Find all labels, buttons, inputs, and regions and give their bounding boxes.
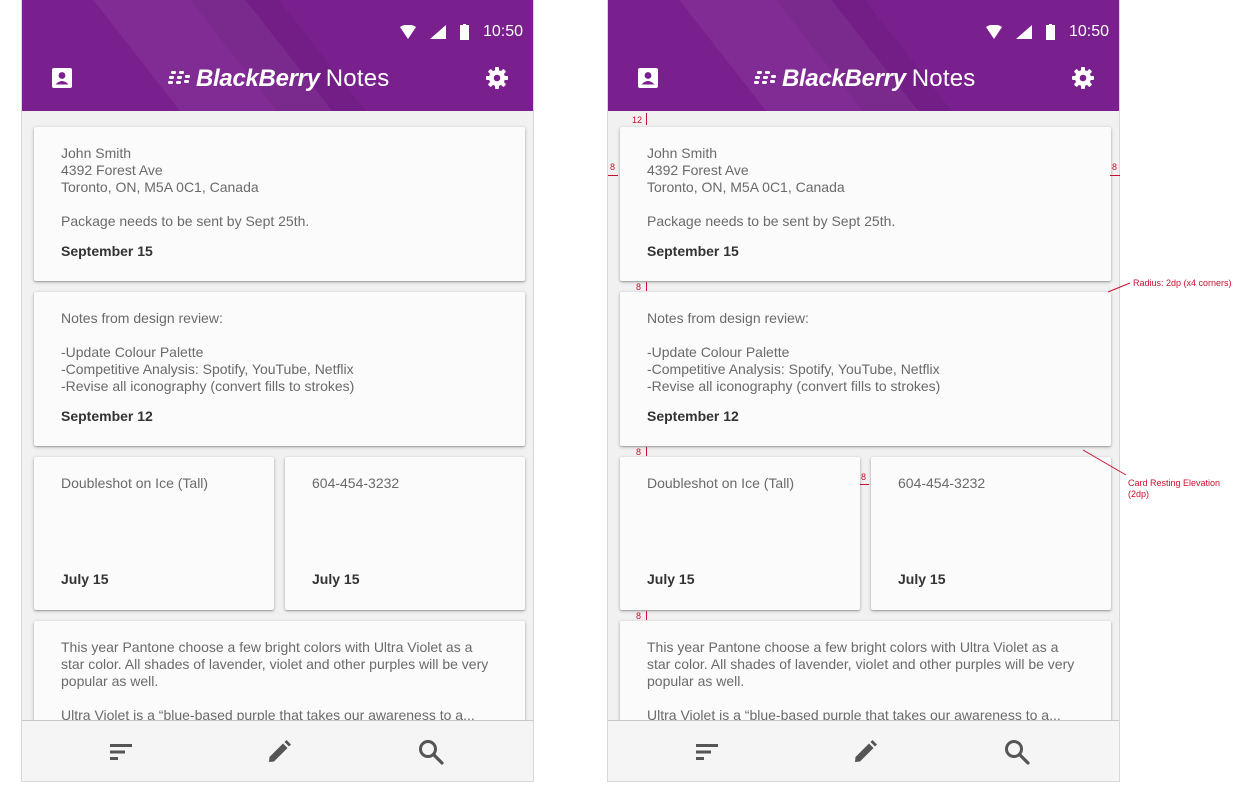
phone-screen-annotated: 10:50 BlackBerry Notes John Smith 4392 F… — [607, 0, 1120, 782]
status-bar: 10:50 — [399, 21, 523, 43]
note-text: -Competitive Analysis: Spotify, YouTube,… — [647, 361, 940, 377]
search-icon[interactable] — [1003, 738, 1031, 766]
note-text: -Revise all iconography (convert fills t… — [647, 378, 941, 394]
app-bar: 10:50 BlackBerry Notes — [22, 0, 533, 111]
spacing-marker — [1110, 175, 1120, 176]
note-card[interactable]: Notes from design review: -Update Colour… — [34, 292, 525, 446]
note-date: September 12 — [647, 408, 739, 424]
pencil-icon[interactable] — [265, 738, 293, 766]
blackberry-logo-icon — [168, 71, 190, 84]
settings-gear-icon[interactable] — [1071, 66, 1095, 90]
note-text: -Update Colour Palette — [61, 344, 204, 360]
settings-gear-icon[interactable] — [485, 66, 509, 90]
phone-screen-plain: 10:50 BlackBerry Notes John Smith 4392 F… — [21, 0, 534, 782]
note-text: Notes from design review: — [61, 310, 223, 326]
contact-card-icon[interactable] — [50, 66, 74, 90]
pencil-icon[interactable] — [851, 738, 879, 766]
bottom-bar — [22, 720, 533, 781]
brand-name: BlackBerry — [782, 65, 906, 92]
note-text: This year Pantone choose a few bright co… — [647, 639, 1075, 689]
note-text: Doubleshot on Ice (Tall) — [647, 475, 795, 491]
signal-icon — [1015, 25, 1032, 39]
spacing-marker — [860, 484, 869, 485]
radius-annotation: Radius: 2dp (x4 corners) — [1133, 278, 1232, 288]
sort-icon[interactable] — [108, 738, 136, 766]
spacing-marker — [608, 175, 618, 176]
spacing-marker — [646, 447, 647, 456]
note-date: July 15 — [647, 571, 695, 587]
spacing-label-gap: 8 — [636, 611, 642, 621]
note-text: 4392 Forest Ave — [61, 162, 163, 178]
app-name: Notes — [911, 65, 976, 92]
note-card[interactable]: John Smith 4392 Forest Ave Toronto, ON, … — [620, 127, 1111, 281]
spacing-label-left: 8 — [610, 162, 616, 172]
status-bar: 10:50 — [985, 21, 1109, 43]
contact-card-icon[interactable] — [636, 66, 660, 90]
note-card[interactable]: John Smith 4392 Forest Ave Toronto, ON, … — [34, 127, 525, 281]
note-date: September 15 — [647, 243, 739, 259]
note-text: -Revise all iconography (convert fills t… — [61, 378, 355, 394]
sort-icon[interactable] — [694, 738, 722, 766]
wifi-icon — [399, 25, 416, 39]
note-text: 604-454-3232 — [898, 475, 986, 491]
battery-icon — [459, 24, 469, 40]
spacing-label-right: 8 — [1112, 162, 1118, 172]
battery-icon — [1045, 24, 1055, 40]
spacing-label-gap: 8 — [636, 447, 642, 457]
status-time: 10:50 — [482, 23, 523, 40]
wifi-icon — [985, 25, 1002, 39]
spacing-label-gutter: 8 — [861, 472, 867, 482]
blackberry-logo-icon — [754, 71, 776, 84]
note-text: -Update Colour Palette — [647, 344, 790, 360]
note-card[interactable]: Doubleshot on Ice (Tall) July 15 — [620, 457, 860, 610]
spacing-marker — [646, 611, 647, 620]
note-text: 4392 Forest Ave — [647, 162, 749, 178]
note-text: This year Pantone choose a few bright co… — [61, 639, 489, 689]
brand-name: BlackBerry — [196, 65, 320, 92]
note-text: Package needs to be sent by Sept 25th. — [61, 213, 310, 229]
spacing-label-gap: 8 — [636, 282, 642, 292]
note-text: Doubleshot on Ice (Tall) — [61, 475, 209, 491]
note-card[interactable]: 604-454-3232 July 15 — [871, 457, 1111, 610]
note-text: Notes from design review: — [647, 310, 809, 326]
note-card[interactable]: 604-454-3232 July 15 — [285, 457, 525, 610]
note-text: Toronto, ON, M5A 0C1, Canada — [61, 179, 259, 195]
elevation-annotation: Card Resting Elevation — [1128, 478, 1221, 488]
note-text: 604-454-3232 — [312, 475, 400, 491]
status-time: 10:50 — [1068, 23, 1109, 40]
bottom-bar — [608, 720, 1119, 781]
search-icon[interactable] — [417, 738, 445, 766]
spacing-marker — [646, 113, 647, 125]
note-card[interactable]: Doubleshot on Ice (Tall) July 15 — [34, 457, 274, 610]
spacing-marker — [646, 282, 647, 291]
app-title: BlackBerry Notes — [754, 62, 975, 96]
spacing-label-top: 12 — [632, 115, 643, 125]
note-date: July 15 — [898, 571, 946, 587]
note-text: John Smith — [61, 145, 132, 161]
note-text: Package needs to be sent by Sept 25th. — [647, 213, 896, 229]
note-text: John Smith — [647, 145, 718, 161]
note-date: September 15 — [61, 243, 153, 259]
app-bar: 10:50 BlackBerry Notes — [608, 0, 1119, 111]
elevation-annotation-value: (2dp) — [1128, 489, 1150, 499]
note-text: Toronto, ON, M5A 0C1, Canada — [647, 179, 845, 195]
note-text: -Competitive Analysis: Spotify, YouTube,… — [61, 361, 354, 377]
note-card[interactable]: Notes from design review: -Update Colour… — [620, 292, 1111, 446]
note-date: July 15 — [312, 571, 360, 587]
app-name: Notes — [325, 65, 390, 92]
signal-icon — [429, 25, 446, 39]
note-date: July 15 — [61, 571, 109, 587]
app-title: BlackBerry Notes — [168, 62, 389, 96]
note-date: September 12 — [61, 408, 153, 424]
